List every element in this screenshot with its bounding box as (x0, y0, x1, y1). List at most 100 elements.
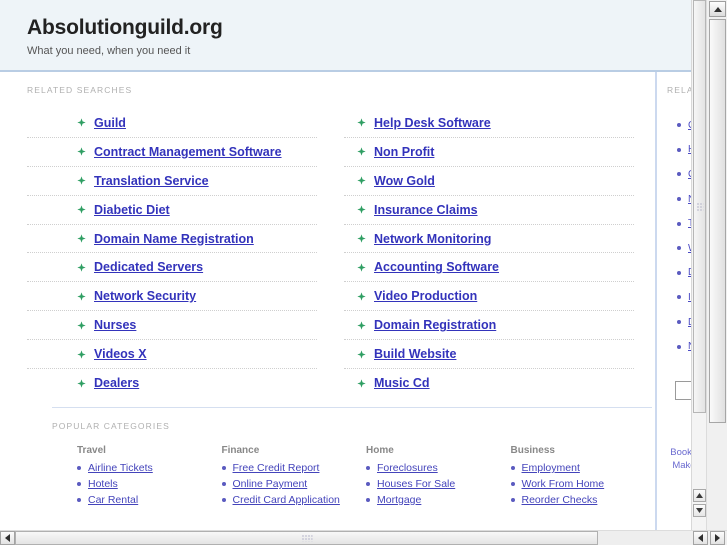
popular-category-column: Travel Airline Tickets Hotels Car Rental (77, 445, 222, 510)
related-search-link[interactable]: Dealers (94, 376, 139, 390)
related-search-link[interactable]: Translation Service (94, 174, 209, 188)
window-scroll-left-button[interactable] (0, 531, 15, 545)
popular-category-item[interactable]: Houses For Sale (366, 478, 511, 490)
popular-category-link[interactable]: Houses For Sale (377, 478, 455, 490)
related-search-link[interactable]: Guild (94, 116, 126, 130)
popular-category-link[interactable]: Foreclosures (377, 462, 438, 474)
triangle-up-icon (696, 493, 703, 498)
arrow-bullet-icon (357, 205, 366, 214)
related-search-item[interactable]: Nurses (27, 311, 317, 341)
window-vertical-scroll-thumb[interactable] (709, 19, 726, 423)
arrow-bullet-icon (77, 147, 86, 156)
window-vertical-scrollbar[interactable] (706, 0, 727, 530)
popular-category-link[interactable]: Reorder Checks (522, 494, 598, 506)
dot-bullet-icon (677, 221, 681, 226)
popular-category-item[interactable]: Online Payment (221, 478, 367, 490)
popular-category-link[interactable]: Employment (522, 462, 580, 474)
related-search-item[interactable]: Translation Service (27, 167, 317, 196)
related-search-item[interactable]: Accounting Software (344, 253, 634, 283)
related-search-item[interactable]: Network Monitoring (344, 225, 634, 254)
inner-scroll-down-button[interactable] (693, 504, 706, 517)
related-search-link[interactable]: Domain Name Registration (94, 232, 254, 246)
related-search-link[interactable]: Network Monitoring (374, 232, 491, 246)
popular-category-column: Home Foreclosures Houses For Sale Mortgage (366, 445, 511, 510)
popular-category-link[interactable]: Online Payment (233, 478, 308, 490)
related-search-link[interactable]: Domain Registration (374, 318, 496, 332)
dot-bullet-icon (677, 123, 681, 128)
related-search-link[interactable]: Video Production (374, 289, 477, 303)
popular-category-link[interactable]: Mortgage (377, 494, 421, 506)
body-wrapper: RELATED SEARCHES Guild Contract Managemen… (0, 72, 706, 530)
window-scroll-right-button[interactable] (710, 531, 725, 545)
related-search-item[interactable]: Dealers (27, 369, 317, 398)
popular-category-item[interactable]: Foreclosures (366, 462, 511, 474)
popular-category-item[interactable]: Hotels (77, 478, 222, 490)
related-search-link[interactable]: Non Profit (374, 145, 434, 159)
related-search-link[interactable]: Network Security (94, 289, 196, 303)
popular-category-heading: Travel (77, 444, 106, 456)
popular-category-item[interactable]: Airline Tickets (77, 462, 222, 474)
popular-category-item[interactable]: Free Credit Report (221, 462, 367, 474)
related-search-item[interactable]: Guild (27, 109, 317, 138)
related-search-link[interactable]: Help Desk Software (374, 116, 491, 130)
window-scroll-left-button-2[interactable] (693, 531, 708, 545)
related-search-item[interactable]: Domain Name Registration (27, 225, 317, 254)
related-search-link[interactable]: Build Website (374, 347, 456, 361)
related-search-link[interactable]: Nurses (94, 318, 136, 332)
related-searches-right-column: Help Desk Software Non Profit Wow Gold Insu… (344, 109, 634, 398)
related-search-link[interactable]: Videos X (94, 347, 147, 361)
related-search-item[interactable]: Help Desk Software (344, 109, 634, 138)
popular-category-link[interactable]: Hotels (88, 478, 118, 490)
inner-scroll-up-button[interactable] (693, 489, 706, 502)
popular-category-item[interactable]: Reorder Checks (510, 494, 656, 506)
dot-bullet-icon (366, 481, 370, 486)
related-search-item[interactable]: Wow Gold (344, 167, 634, 196)
dot-bullet-icon (677, 147, 681, 152)
related-search-item[interactable]: Contract Management Software (27, 138, 317, 167)
related-search-link[interactable]: Insurance Claims (374, 203, 478, 217)
related-search-link[interactable]: Accounting Software (374, 260, 499, 274)
related-search-link[interactable]: Dedicated Servers (94, 260, 203, 274)
popular-category-link[interactable]: Work From Home (522, 478, 605, 490)
inner-vertical-scroll-thumb[interactable] (693, 0, 706, 413)
dot-bullet-icon (77, 497, 81, 502)
popular-category-link[interactable]: Credit Card Application (233, 494, 340, 506)
popular-categories-section: POPULAR CATEGORIES Travel Airline Tickets… (27, 421, 655, 510)
popular-category-link[interactable]: Free Credit Report (233, 462, 320, 474)
popular-category-item[interactable]: Credit Card Application (221, 494, 367, 506)
related-search-link[interactable]: Contract Management Software (94, 145, 282, 159)
dot-bullet-icon (677, 295, 681, 300)
related-search-item[interactable]: Dedicated Servers (27, 253, 317, 283)
related-search-link[interactable]: Diabetic Diet (94, 203, 170, 217)
popular-category-link[interactable]: Car Rental (88, 494, 138, 506)
scroll-arrow-pair (693, 531, 725, 545)
related-search-item[interactable]: Domain Registration (344, 311, 634, 341)
dot-bullet-icon (510, 497, 515, 502)
inner-vertical-scrollbar[interactable] (691, 0, 706, 530)
related-search-item[interactable]: Insurance Claims (344, 196, 634, 225)
related-search-item[interactable]: Network Security (27, 282, 317, 312)
popular-category-item[interactable]: Employment (510, 462, 656, 474)
related-search-link[interactable]: Wow Gold (374, 174, 435, 188)
window-scroll-up-button[interactable] (709, 1, 726, 17)
dot-bullet-icon (221, 465, 226, 470)
arrow-bullet-icon (77, 321, 86, 330)
related-search-item[interactable]: Diabetic Diet (27, 196, 317, 225)
related-search-item[interactable]: Videos X (27, 340, 317, 370)
popular-category-item[interactable]: Car Rental (77, 494, 222, 506)
triangle-up-icon (713, 6, 722, 12)
related-search-item[interactable]: Build Website (344, 340, 634, 370)
popular-category-item[interactable]: Mortgage (366, 494, 511, 506)
site-tagline: What you need, when you need it (27, 45, 191, 58)
window-horizontal-scrollbar[interactable] (0, 530, 727, 545)
dot-bullet-icon (366, 465, 370, 470)
popular-category-list: Airline Tickets Hotels Car Rental (77, 462, 222, 506)
related-search-item[interactable]: Video Production (344, 282, 634, 312)
window-horizontal-scroll-thumb[interactable] (15, 531, 598, 545)
dot-bullet-icon (221, 481, 226, 486)
popular-category-item[interactable]: Work From Home (510, 478, 656, 490)
related-search-item[interactable]: Music Cd (344, 369, 634, 398)
popular-category-link[interactable]: Airline Tickets (88, 462, 153, 474)
related-search-link[interactable]: Music Cd (374, 376, 430, 390)
related-search-item[interactable]: Non Profit (344, 138, 634, 167)
